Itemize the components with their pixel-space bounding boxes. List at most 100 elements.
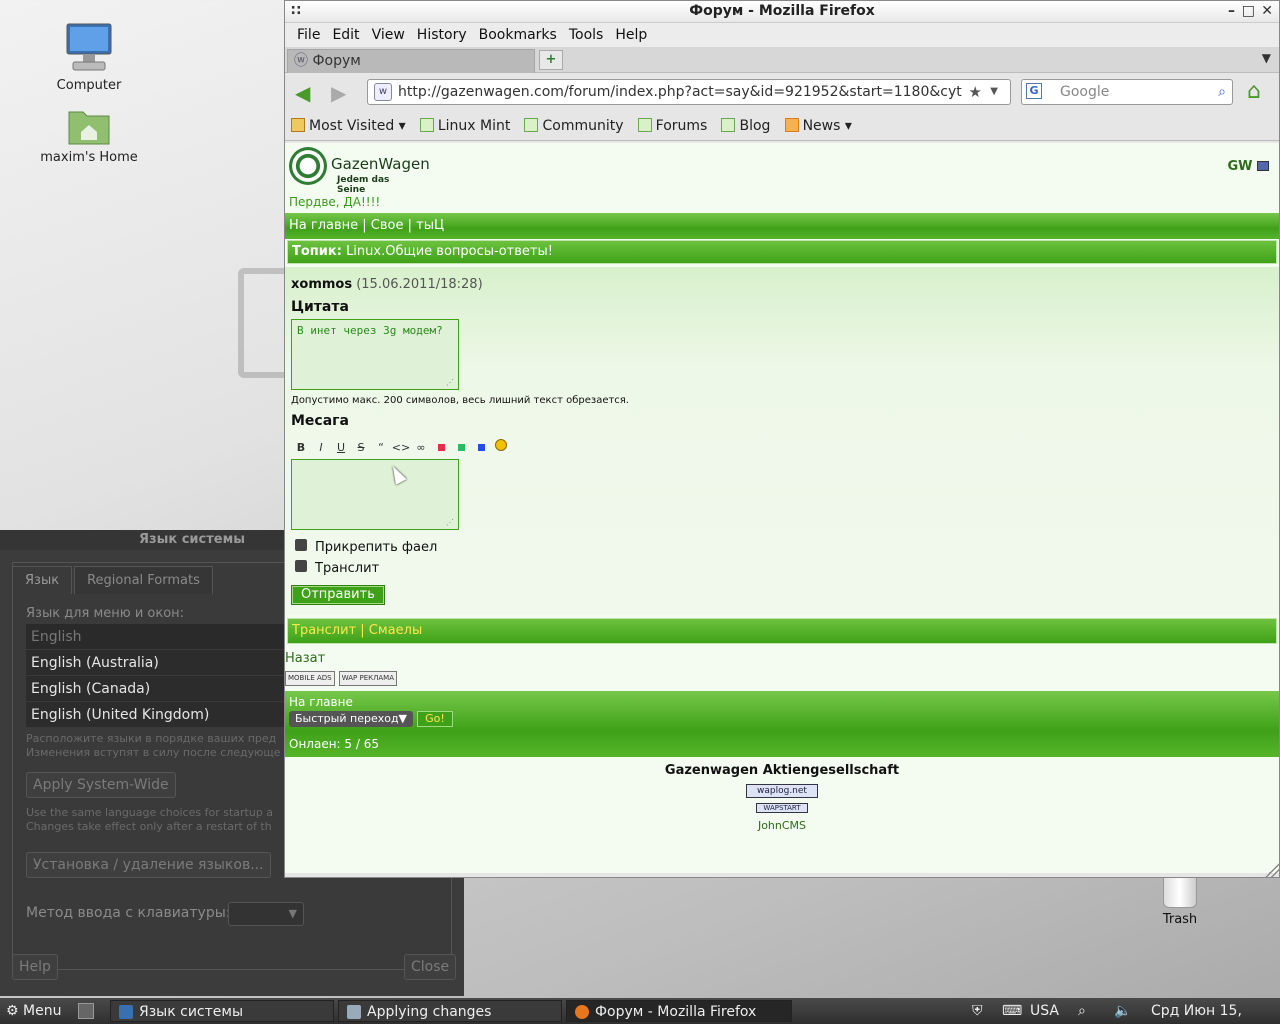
search-icon[interactable]: ⌕ (1078, 1000, 1086, 1022)
top-nav[interactable]: На главне | Свое | тыЦ (285, 213, 1279, 239)
search-icon[interactable]: ⌕ (1218, 80, 1226, 104)
apply-system-wide-button[interactable]: Apply System-Wide (26, 772, 176, 798)
menu-bookmarks[interactable]: Bookmarks (473, 23, 563, 47)
checkbox-icon[interactable] (295, 539, 307, 551)
show-desktop-icon[interactable] (78, 1003, 94, 1019)
desktop-icon-computer[interactable]: Computer (34, 22, 144, 93)
most-visited-icon (291, 118, 305, 132)
italic-icon[interactable]: I (311, 441, 331, 454)
smiley-icon[interactable] (491, 439, 511, 454)
bookmark-blog[interactable]: Blog (721, 111, 770, 141)
bookmark-community[interactable]: Community (524, 111, 624, 141)
clock[interactable]: Срд Июн 15, 17:39 (1151, 1000, 1280, 1022)
resize-grip-icon[interactable]: ⋰ (446, 378, 454, 387)
wap-ads-banner[interactable]: WAP РЕКЛАМА (338, 671, 398, 686)
online-count[interactable]: Онлаен: 5 / 65 (289, 737, 379, 751)
corner-link[interactable]: GW (1227, 159, 1269, 174)
window-titlebar[interactable]: ∷ Форум - Mozilla Firefox – □ ✕ (285, 1, 1279, 23)
back-arrow-icon[interactable]: ◀ (295, 81, 310, 105)
menu-history[interactable]: History (411, 23, 473, 47)
go-button[interactable]: Go! (417, 711, 453, 727)
url-text: http://gazenwagen.com/forum/index.php?ac… (398, 84, 962, 100)
bookmark-star-icon[interactable]: ★ (969, 80, 982, 104)
close-icon[interactable]: ✕ (1261, 1, 1273, 22)
search-bar[interactable]: G Google ⌕ (1021, 79, 1233, 105)
close-button[interactable]: Close (404, 954, 457, 980)
start-menu-button[interactable]: ⚙ Menu (6, 1000, 61, 1022)
volume-icon[interactable]: 🔈 (1114, 1000, 1131, 1022)
maximize-icon[interactable]: □ (1242, 1, 1255, 22)
forward-arrow-icon[interactable]: ▶ (331, 81, 346, 105)
home-icon[interactable]: ⌂ (1247, 79, 1261, 104)
menu-tools[interactable]: Tools (563, 23, 610, 47)
shield-icon[interactable]: ⛨ (972, 1000, 983, 1022)
bold-icon[interactable]: B (291, 441, 311, 454)
topic-title[interactable]: Linux.Общие вопросы-ответы! (346, 244, 553, 259)
waplog-badge[interactable]: waplog.net (746, 784, 818, 798)
menu-help[interactable]: Help (609, 23, 653, 47)
menu-view[interactable]: View (366, 23, 411, 47)
google-engine-icon[interactable]: G (1026, 83, 1042, 99)
red-color-icon[interactable] (431, 441, 451, 454)
message-textarea[interactable]: ⋰ (291, 459, 459, 530)
author-name[interactable]: xommos (291, 277, 352, 292)
list-item[interactable]: English (Australia) (26, 650, 286, 676)
site-identity-icon[interactable]: w (374, 83, 392, 101)
wapstart-badge[interactable]: WAPSTART (756, 803, 808, 813)
url-dropdown-icon[interactable]: ▼ (990, 80, 998, 104)
window-app-icon (347, 1005, 361, 1019)
window-menu-icon[interactable]: ∷ (291, 1, 301, 22)
bookmark-linux-mint[interactable]: Linux Mint (419, 111, 510, 141)
quote-icon[interactable]: “ (371, 441, 391, 454)
tab-language[interactable]: Язык (12, 566, 73, 594)
window-resize-grip[interactable] (1265, 863, 1279, 877)
menu-edit[interactable]: Edit (326, 23, 365, 47)
dropdown-arrow-icon: ▼ (398, 712, 407, 725)
input-method-select[interactable]: ▼ (228, 902, 304, 926)
blue-color-icon[interactable] (471, 441, 491, 454)
browser-tab[interactable]: ⓦ Форум (287, 49, 535, 73)
mint-icon (524, 118, 539, 132)
url-bar[interactable]: w http://gazenwagen.com/forum/index.php?… (367, 79, 1011, 105)
bookmark-forums[interactable]: Forums (637, 111, 707, 141)
new-tab-button[interactable]: + (539, 50, 563, 70)
menu-file[interactable]: File (291, 23, 326, 47)
keyboard-layout[interactable]: USA (1030, 1000, 1059, 1022)
tab-regional-formats[interactable]: Regional Formats (74, 566, 213, 594)
translit-link[interactable]: Транслит (292, 623, 356, 638)
task-language-settings[interactable]: Язык системы (110, 1000, 334, 1022)
mobile-ads-banner[interactable]: MOBILE ADS (285, 671, 335, 686)
strikethrough-icon[interactable]: S (351, 441, 371, 454)
startup-note-line: Changes take effect only after a restart… (26, 820, 272, 833)
send-button[interactable]: Отправить (291, 585, 385, 605)
help-button[interactable]: Help (12, 954, 58, 980)
quick-jump-select[interactable]: Быстрый переход ▼ (289, 711, 413, 727)
task-firefox[interactable]: Форум - Mozilla Firefox (566, 1000, 792, 1022)
bookmark-most-visited[interactable]: Most Visited ▾ (291, 111, 406, 141)
resize-grip-icon[interactable]: ⋰ (446, 518, 454, 527)
code-icon[interactable]: <> (391, 441, 411, 454)
johncms-link[interactable]: JohnCMS (285, 819, 1279, 832)
bookmark-news[interactable]: News ▾ (784, 111, 852, 141)
site-logo[interactable]: GazenWagen Jedem das Seine (287, 145, 430, 195)
home-link[interactable]: На главне (289, 695, 353, 709)
smiles-link[interactable]: Смаелы (369, 623, 422, 638)
list-item[interactable]: English (Canada) (26, 676, 286, 702)
tab-list-icon[interactable]: ▼ (1262, 51, 1271, 65)
checkbox-icon[interactable] (295, 560, 307, 572)
language-list[interactable]: English English (Australia) English (Can… (26, 624, 286, 728)
attach-file-checkbox[interactable]: Прикрепить фаел (295, 539, 437, 555)
desktop-icon-trash[interactable]: Trash (1150, 878, 1210, 927)
back-link[interactable]: Назат (285, 651, 325, 666)
task-applying-changes[interactable]: Applying changes (338, 1000, 562, 1022)
quote-textarea[interactable]: В инет через 3g модем? ⋰ (291, 319, 459, 390)
desktop-icon-home[interactable]: maxim's Home (34, 106, 144, 165)
green-color-icon[interactable] (451, 441, 471, 454)
install-remove-languages-button[interactable]: Установка / удаление языков... (26, 852, 271, 878)
list-item[interactable]: English (United Kingdom) (26, 702, 286, 728)
translit-checkbox[interactable]: Транслит (295, 560, 379, 576)
list-item[interactable]: English (26, 624, 286, 650)
underline-icon[interactable]: U (331, 441, 351, 454)
minimize-icon[interactable]: – (1228, 1, 1235, 22)
link-icon[interactable]: ∞ (411, 441, 431, 454)
